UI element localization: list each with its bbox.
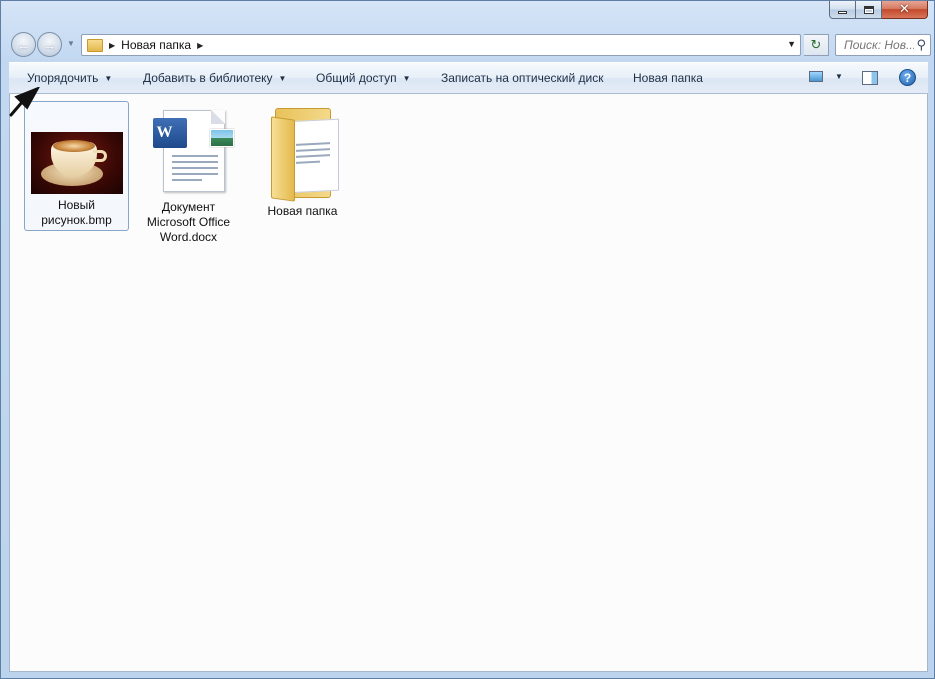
- chevron-down-icon: ▼: [104, 73, 113, 83]
- maximize-button[interactable]: [856, 1, 882, 19]
- close-button[interactable]: ✕: [882, 1, 928, 19]
- hand-drawn-arrow-icon: [9, 87, 40, 117]
- chevron-down-icon: ▼: [278, 73, 287, 83]
- text-line: [171, 173, 218, 175]
- caption-buttons: ✕: [829, 1, 928, 19]
- address-bar[interactable]: ▶ Новая папка ▶ ▼: [81, 34, 801, 56]
- burn-to-disc-button[interactable]: Записать на оптический диск: [441, 71, 604, 85]
- file-item-docx[interactable]: W Документ Microsoft Office Word.docx: [136, 101, 241, 249]
- word-w-badge: W: [152, 118, 187, 148]
- help-icon[interactable]: ?: [899, 69, 916, 86]
- folder-icon: [87, 38, 103, 52]
- share-button[interactable]: Общий доступ ▼: [316, 71, 411, 85]
- forward-arrow-icon: →: [42, 36, 57, 53]
- text-line: [295, 160, 320, 164]
- picture-badge: [209, 129, 234, 147]
- file-item-bmp[interactable]: Новый рисунок.bmp: [24, 101, 129, 231]
- maximize-icon: [863, 5, 874, 14]
- coffee-image-thumbnail: [30, 132, 123, 194]
- file-list-pane[interactable]: Новый рисунок.bmp W Документ Microsoft O…: [9, 94, 928, 672]
- folder-icon: [263, 104, 343, 202]
- search-box[interactable]: ⚲: [835, 34, 931, 56]
- chevron-down-icon[interactable]: ▼: [835, 72, 843, 81]
- file-item-folder[interactable]: Новая папка: [250, 97, 355, 221]
- add-to-library-label: Добавить в библиотеку: [143, 71, 273, 85]
- navigation-bar: ← → ▼ ▶ Новая папка ▶ ▼ ↻ ⚲: [9, 30, 931, 61]
- file-name-label: Документ Microsoft Office Word.docx: [146, 200, 231, 244]
- handle-shape: [92, 150, 107, 162]
- address-history-dropdown[interactable]: ▼: [787, 39, 796, 49]
- folder-front-shape: [270, 116, 295, 202]
- new-folder-button[interactable]: Новая папка: [633, 71, 703, 85]
- view-icon: [809, 71, 823, 82]
- text-line: [171, 155, 218, 157]
- burn-to-disc-label: Записать на оптический диск: [441, 71, 604, 85]
- breadcrumb-current-folder[interactable]: Новая папка: [121, 38, 191, 52]
- command-bar: Упорядочить ▼ Добавить в библиотеку ▼ Об…: [9, 62, 928, 94]
- text-line: [171, 161, 218, 163]
- recent-pages-dropdown[interactable]: ▼: [67, 39, 75, 48]
- text-line: [295, 148, 330, 152]
- minimize-icon: [838, 11, 847, 14]
- text-line: [295, 154, 330, 158]
- search-input[interactable]: [844, 38, 914, 52]
- file-name-label: Новая папка: [267, 204, 338, 218]
- back-arrow-icon: ←: [16, 36, 31, 53]
- refresh-icon: ↻: [810, 37, 822, 52]
- close-icon: ✕: [899, 2, 910, 17]
- preview-pane-icon[interactable]: [862, 71, 878, 85]
- file-name-label: Новый рисунок.bmp: [41, 198, 112, 227]
- change-view-button[interactable]: ▼: [809, 71, 843, 82]
- explorer-window: ✕ ← → ▼ ▶ Новая папка ▶ ▼ ↻ ⚲ Упорядочит…: [0, 0, 935, 679]
- word-document-icon: W: [149, 108, 234, 196]
- chevron-down-icon: ▼: [402, 73, 411, 83]
- organize-button[interactable]: Упорядочить ▼: [27, 71, 112, 85]
- new-folder-label: Новая папка: [633, 71, 703, 85]
- refresh-button[interactable]: ↻: [804, 34, 829, 56]
- organize-label: Упорядочить: [27, 71, 99, 85]
- share-label: Общий доступ: [316, 71, 397, 85]
- breadcrumb-separator-icon[interactable]: ▶: [197, 41, 203, 50]
- minimize-button[interactable]: [829, 1, 856, 19]
- forward-button[interactable]: →: [37, 32, 62, 57]
- search-icon[interactable]: ⚲: [916, 37, 926, 53]
- back-button[interactable]: ←: [11, 32, 36, 57]
- breadcrumb-separator-icon[interactable]: ▶: [109, 41, 115, 50]
- text-line: [295, 142, 330, 146]
- text-line: [171, 167, 218, 169]
- foam-shape: [52, 140, 95, 152]
- add-to-library-button[interactable]: Добавить в библиотеку ▼: [143, 71, 286, 85]
- text-line: [171, 179, 202, 181]
